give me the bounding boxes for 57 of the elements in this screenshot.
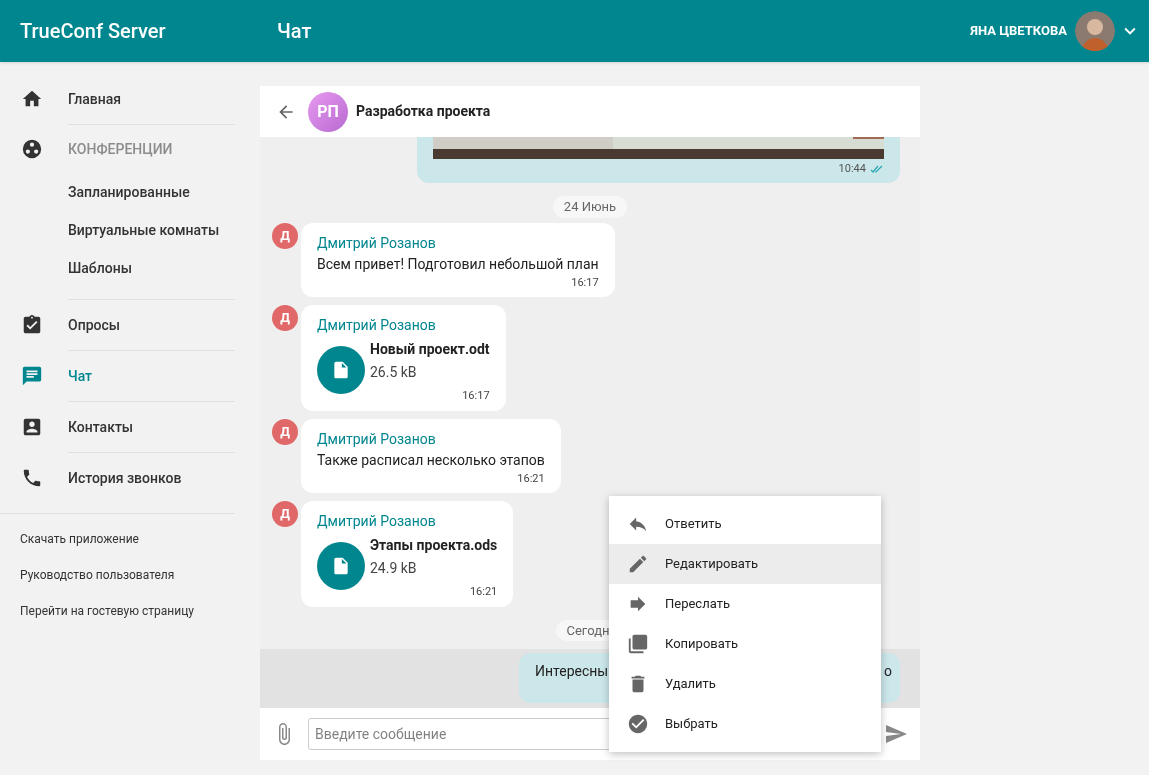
file-badge[interactable] (317, 346, 365, 394)
file-size: 26.5 kB (370, 363, 418, 382)
menu-item[interactable]: Ответить (609, 504, 881, 544)
file-size: 24.9 kB (370, 559, 418, 578)
message-time: 16:21 (517, 470, 545, 487)
message-bubble[interactable]: Дмитрий Розанов Новый проект.odt 26.5 kB 16:17 (301, 305, 506, 411)
message-time: 16:21 (469, 584, 498, 600)
chat-title: Разработка проекта (356, 102, 491, 121)
message-text: о (884, 662, 892, 681)
message-text: Интересны (535, 662, 609, 681)
chat-icon (21, 365, 43, 387)
date-label: 24 Июнь (552, 196, 628, 218)
send-icon (884, 722, 908, 746)
copy-icon (627, 633, 649, 655)
message-bubble[interactable]: Дмитрий Розанов Всем привет! Подготовил небольшой план 16:17 (301, 222, 615, 297)
clipboard-check-icon (21, 314, 43, 336)
user-name[interactable]: ЯНА ЦВЕТКОВА (970, 21, 1067, 41)
sender-name: Дмитрий Розанов (317, 233, 437, 253)
message-bubble[interactable]: Дмитрий Розанов Этапы проекта.ods 24.9 kB 16:21 (301, 501, 514, 607)
sidebar-item[interactable]: Контакты (0, 402, 235, 452)
message-time: 16:17 (571, 274, 599, 291)
sender-name: Дмитрий Розанов (317, 316, 437, 335)
sender-avatar: Д (272, 222, 298, 249)
sidebar-item[interactable]: История звонков (0, 453, 235, 503)
sidebar-item[interactable]: Опросы (0, 300, 235, 350)
file-name: Новый проект.odt (370, 340, 490, 359)
sender-avatar: Д (272, 305, 298, 331)
file-icon (331, 360, 351, 380)
message-time: 10:44 (838, 160, 866, 177)
file-icon (331, 556, 351, 576)
file-name: Этапы проекта.ods (370, 536, 498, 555)
app-title: TrueConf Server (19, 18, 167, 45)
sender-name: Дмитрий Розанов (317, 429, 437, 449)
message-time: 16:17 (462, 388, 490, 404)
menu-item[interactable]: Редактировать (609, 544, 881, 584)
message-text: Всем привет! Подготовил небольшой план (317, 254, 599, 274)
sidebar-link[interactable]: Перейти на гостевую страницу (20, 602, 194, 620)
image-message[interactable]: 10:44 (417, 137, 900, 183)
sidebar-subitem[interactable]: Шаблоны (0, 249, 235, 287)
contact-card-icon (21, 416, 43, 438)
pencil-icon (627, 553, 649, 575)
message-bubble[interactable]: Дмитрий Розанов Также расписал несколько этапов 16:21 (301, 418, 561, 493)
message-text: Также расписал несколько этапов (317, 450, 545, 470)
user-avatar[interactable] (1075, 11, 1115, 51)
sender-name: Дмитрий Розанов (317, 512, 437, 531)
page-title: Чат (277, 18, 313, 45)
menu-item[interactable]: Удалить (609, 664, 881, 704)
file-badge[interactable] (317, 542, 365, 590)
sidebar-subitem[interactable]: Виртуальные комнаты (0, 211, 235, 249)
sender-avatar: Д (272, 418, 298, 445)
phone-icon (21, 467, 43, 489)
sidebar-subitem[interactable]: Запланированные (0, 173, 235, 211)
sidebar-link[interactable]: Руководство пользователя (20, 566, 175, 584)
sidebar-item[interactable]: Главная (0, 74, 235, 124)
chat-avatar: РП (308, 91, 348, 132)
sidebar-link[interactable]: Скачать приложение (20, 530, 139, 548)
sender-avatar: Д (272, 501, 298, 527)
